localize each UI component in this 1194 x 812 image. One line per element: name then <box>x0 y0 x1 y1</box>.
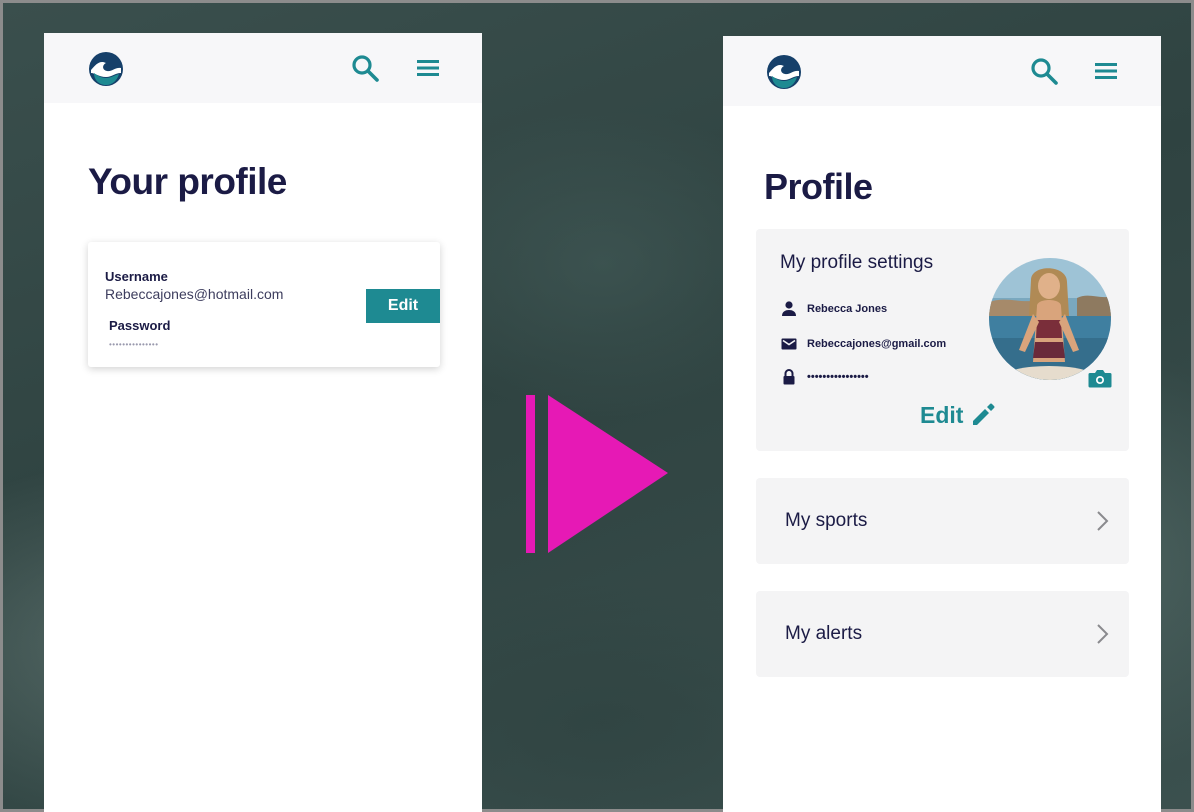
app-header <box>44 33 482 103</box>
credentials-card: Username Rebeccajones@hotmail.com Passwo… <box>88 242 440 367</box>
profile-settings-card: My profile settings Rebecca Jones Rebecc… <box>756 229 1129 451</box>
chevron-right-icon <box>1097 511 1109 531</box>
mail-icon <box>781 338 797 350</box>
play-arrow-icon <box>526 395 668 553</box>
app-header <box>723 36 1161 106</box>
chevron-right-icon <box>1097 624 1109 644</box>
name-value: Rebecca Jones <box>807 303 888 315</box>
profile-photo <box>989 258 1111 380</box>
password-value: •••••••••••••••• <box>807 371 869 383</box>
search-icon[interactable] <box>1029 56 1059 86</box>
avatar <box>989 258 1111 380</box>
nav-item-label: My sports <box>785 510 868 531</box>
before-screen: Your profile Username Rebeccajones@hotma… <box>44 33 482 812</box>
nav-item-label: My alerts <box>785 623 863 644</box>
username-label: Username <box>105 269 168 284</box>
camera-icon[interactable] <box>1087 366 1113 390</box>
lock-icon <box>783 369 795 385</box>
search-icon[interactable] <box>350 53 380 83</box>
wave-logo-icon[interactable] <box>88 51 124 87</box>
password-label: Password <box>109 318 171 333</box>
person-icon <box>782 301 796 316</box>
nav-item-my-alerts[interactable]: My alerts <box>756 591 1129 677</box>
page-title: Your profile <box>88 161 287 202</box>
password-row: •••••••••••••••• <box>780 367 869 387</box>
edit-button[interactable]: Edit <box>366 289 440 323</box>
hamburger-menu-icon[interactable] <box>1093 58 1119 84</box>
after-screen: Profile My profile settings Rebecca Jone… <box>723 36 1161 812</box>
settings-title: My profile settings <box>780 252 934 273</box>
pencil-icon <box>973 403 995 425</box>
edit-profile-link[interactable]: Edit <box>920 401 997 429</box>
email-value: Rebeccajones@gmail.com <box>807 338 947 350</box>
email-row: Rebeccajones@gmail.com <box>780 334 946 354</box>
username-value: Rebeccajones@hotmail.com <box>105 286 284 302</box>
hamburger-menu-icon[interactable] <box>415 55 441 81</box>
wave-logo-icon[interactable] <box>766 54 802 90</box>
password-value: ••••••••••••••• <box>109 340 159 349</box>
page-title: Profile <box>764 166 873 207</box>
name-row: Rebecca Jones <box>780 299 887 319</box>
nav-item-my-sports[interactable]: My sports <box>756 478 1129 564</box>
edit-label: Edit <box>920 401 964 428</box>
